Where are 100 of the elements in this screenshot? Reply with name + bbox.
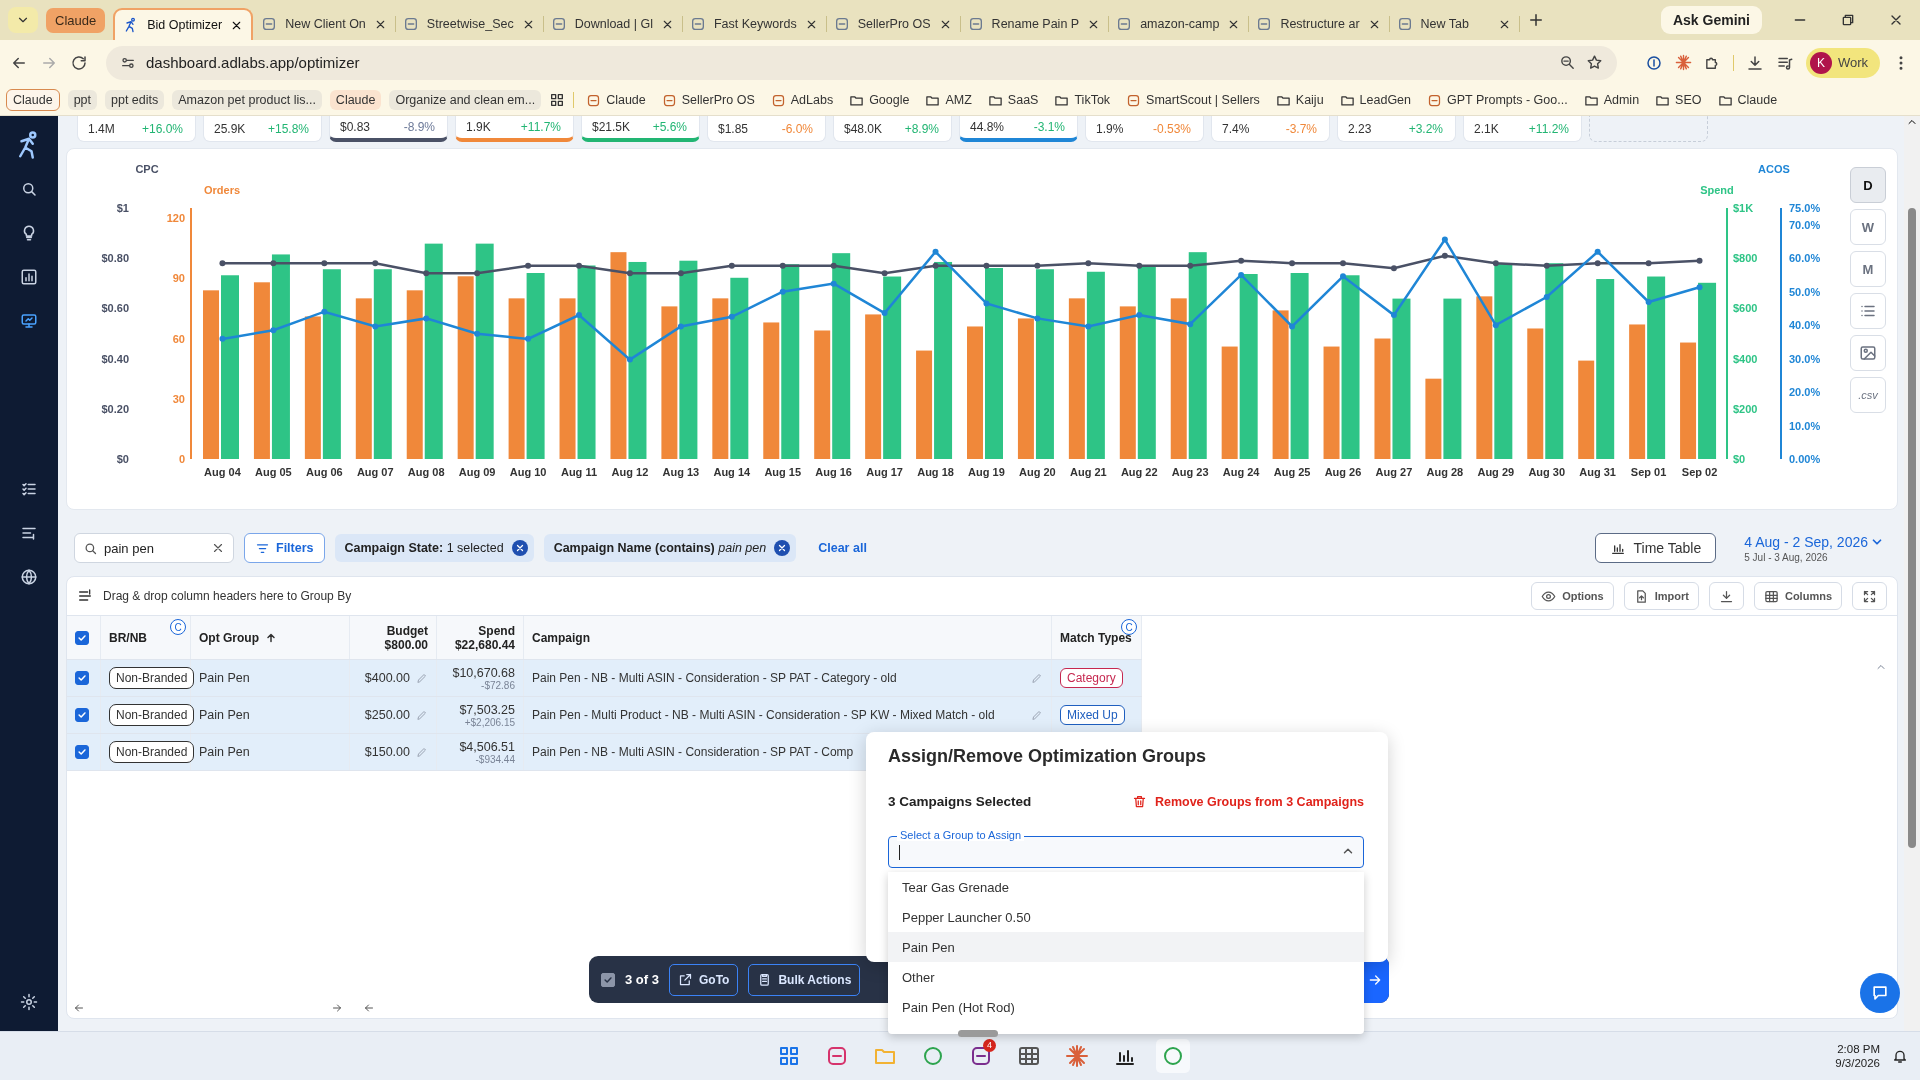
browser-tab[interactable]: Restructure ar (1248, 8, 1389, 40)
bulk-actions-button[interactable]: Bulk Actions (748, 963, 861, 996)
browser-tab[interactable]: Streetwise_Sec (394, 8, 543, 40)
bookmark-folder[interactable]: Google (845, 92, 914, 108)
date-range-picker[interactable]: 4 Aug - 2 Sep, 2026 (1744, 533, 1884, 550)
tab-group-chip[interactable]: Claude (6, 89, 60, 111)
bookmark[interactable]: Claude (582, 92, 650, 108)
spend-change: -$72.86 (481, 679, 515, 691)
metric-value: 2.23 (1348, 121, 1372, 136)
bookmark[interactable]: AdLabs (766, 92, 838, 108)
bookmark-folder[interactable]: LeadGen (1335, 92, 1416, 108)
metric-change: +16.0% (141, 121, 183, 136)
bookmark-folder[interactable]: Admin (1579, 92, 1644, 108)
brand-tag: Non-Branded (109, 704, 195, 726)
metric-change: -8.9% (403, 120, 435, 134)
dropdown-option[interactable]: Pain Pen (Hot Rod) (888, 992, 1364, 1022)
import-button[interactable]: Import (1623, 582, 1699, 610)
remove-groups-button[interactable]: Remove Groups from 3 Campaigns (1131, 794, 1364, 809)
bookmark-folder[interactable]: SEO (1651, 92, 1706, 108)
bookmark[interactable]: SellerPro OS (657, 92, 759, 108)
bookmark-folder[interactable]: SaaS (983, 92, 1043, 108)
table-cell: $400.00 (364, 671, 410, 685)
table-cell: $4,506.51 (459, 739, 515, 754)
x-axis-label: Aug 20 (1019, 466, 1056, 478)
bookmark[interactable]: GPT Prompts - Goo... (1423, 92, 1572, 108)
y2-tick-label: $1K (1733, 202, 1754, 214)
clear-all-link[interactable]: Clear all (818, 541, 867, 555)
table-cell: Pain Pen (199, 708, 250, 722)
column-header[interactable]: Campaign (532, 630, 590, 645)
metric-change: -0.53% (1152, 121, 1191, 136)
x-axis-label: Aug 04 (204, 466, 241, 478)
x-axis-label: Aug 26 (1324, 466, 1362, 478)
metric-change: +5.6% (652, 120, 687, 134)
selection-count: 3 Campaigns Selected (888, 794, 1032, 809)
notification-badge: 4 (983, 1039, 996, 1052)
browser-tab[interactable]: Rename Pain P (959, 8, 1109, 40)
bookmark-folder[interactable]: TikTok (1050, 92, 1115, 108)
filters-button[interactable]: Filters (244, 533, 325, 563)
y2-tick-label: 60.0% (1789, 252, 1821, 265)
options-button[interactable]: Options (1531, 582, 1614, 610)
browser-tab[interactable]: amazon-camp (1108, 8, 1249, 40)
time-table-button[interactable]: Time Table (1594, 533, 1717, 563)
browser-tab[interactable]: SellerPro OS (825, 8, 960, 40)
tab-group-chip[interactable]: Organize and clean em... (389, 90, 542, 110)
tab-group-chip[interactable]: ppt (67, 90, 97, 110)
table-cell: Pain Pen - NB - Multi ASIN - Consideration - SP PAT - Comp (532, 745, 854, 759)
browser-tab[interactable]: New Client On (253, 8, 395, 40)
bookmark[interactable]: SmartScout | Sellers (1122, 92, 1264, 108)
range-button[interactable]: W (1850, 209, 1886, 245)
x-axis-label: Aug 21 (1070, 466, 1107, 478)
group-by-hint: Drag & drop column headers here to Group By (103, 589, 352, 603)
column-header[interactable]: Opt Group (199, 630, 259, 645)
dropdown-option[interactable]: Other (888, 962, 1364, 992)
browser-tab[interactable]: New Tab (1388, 8, 1519, 40)
y2-tick-label: 40.0% (1789, 319, 1821, 332)
range-button[interactable]: M (1850, 251, 1886, 287)
table-row[interactable]: Non-Branded Pain Pen $400.00 $10,670.68 -$72.86 Pain Pen - NB - Multi ASIN - Consideration - SP PAT - Category - old Category (67, 660, 1142, 697)
profile-button[interactable]: K Work (1805, 47, 1880, 78)
x-axis-label: Sep 01 (1630, 466, 1667, 478)
filter-chip[interactable]: Campaign Name (contains) pain pen (543, 534, 797, 562)
bookmark-folder[interactable]: Claude (1713, 92, 1782, 108)
tab-group-chip[interactable]: Amazon pet product lis... (172, 90, 322, 110)
search-field[interactable]: pain pen (74, 533, 234, 563)
ask-gemini-button[interactable]: Ask Gemini (1660, 6, 1762, 34)
column-menu-badge[interactable]: C (170, 619, 186, 635)
csv-button[interactable]: .csv (1850, 377, 1886, 413)
y2-tick-label: 70.0% (1789, 218, 1821, 231)
column-header[interactable]: Spend (478, 623, 515, 638)
y2-tick-label: $200 (1733, 402, 1758, 415)
dropdown-option[interactable]: Pepper Launcher 0.50 (888, 902, 1364, 932)
y2-tick-label: $400 (1733, 352, 1758, 365)
browser-tab[interactable]: Fast Keywords (682, 8, 826, 40)
goto-button[interactable]: GoTo (668, 963, 739, 996)
browser-tab[interactable]: Bid Optimizer (113, 8, 254, 40)
table-cell: $7,503.25 (459, 702, 515, 717)
tab-group-chip[interactable]: Claude (329, 90, 382, 110)
column-header[interactable]: Budget (386, 623, 428, 638)
dropdown-option[interactable]: Pain Pen (888, 932, 1364, 962)
bookmark-folder[interactable]: Kaiju (1271, 92, 1328, 108)
x-axis-label: Aug 30 (1528, 466, 1566, 478)
range-button[interactable]: D (1850, 167, 1886, 203)
axis-title: ACOS (1758, 163, 1790, 175)
x-axis-label: Aug 11 (560, 466, 598, 478)
text: $0 (116, 453, 129, 465)
metric-change: -3.1% (1033, 120, 1065, 134)
tab-group-label[interactable]: Claude (46, 7, 106, 33)
bookmark-folder[interactable]: AMZ (921, 92, 976, 108)
dropdown-option[interactable]: Tear Gas Grenade (888, 872, 1364, 902)
column-header[interactable]: BR/NB (109, 630, 147, 645)
column-menu-badge[interactable]: C (1121, 619, 1137, 635)
browser-tab[interactable]: Download | Gl (542, 8, 682, 40)
tab-group-chip[interactable]: ppt edits (105, 90, 165, 110)
table-cell: $10,670.68 (452, 665, 515, 680)
table-cell: $150.00 (364, 745, 410, 759)
x-axis-label: Aug 22 (1120, 466, 1158, 478)
columns-button[interactable]: Columns (1753, 582, 1842, 610)
address-bar[interactable]: dashboard.adlabs.app/optimizer (106, 45, 1617, 80)
table-row[interactable]: Non-Branded Pain Pen $250.00 $7,503.25 +$2,206.15 Pain Pen - Multi Product - NB - Multi ASIN - Consideration - SP KW - Mixed Match - old Mixed Up (67, 697, 1142, 734)
filter-chip[interactable]: Campaign State: 1 selected (334, 534, 534, 562)
column-total: $800.00 (384, 637, 428, 652)
